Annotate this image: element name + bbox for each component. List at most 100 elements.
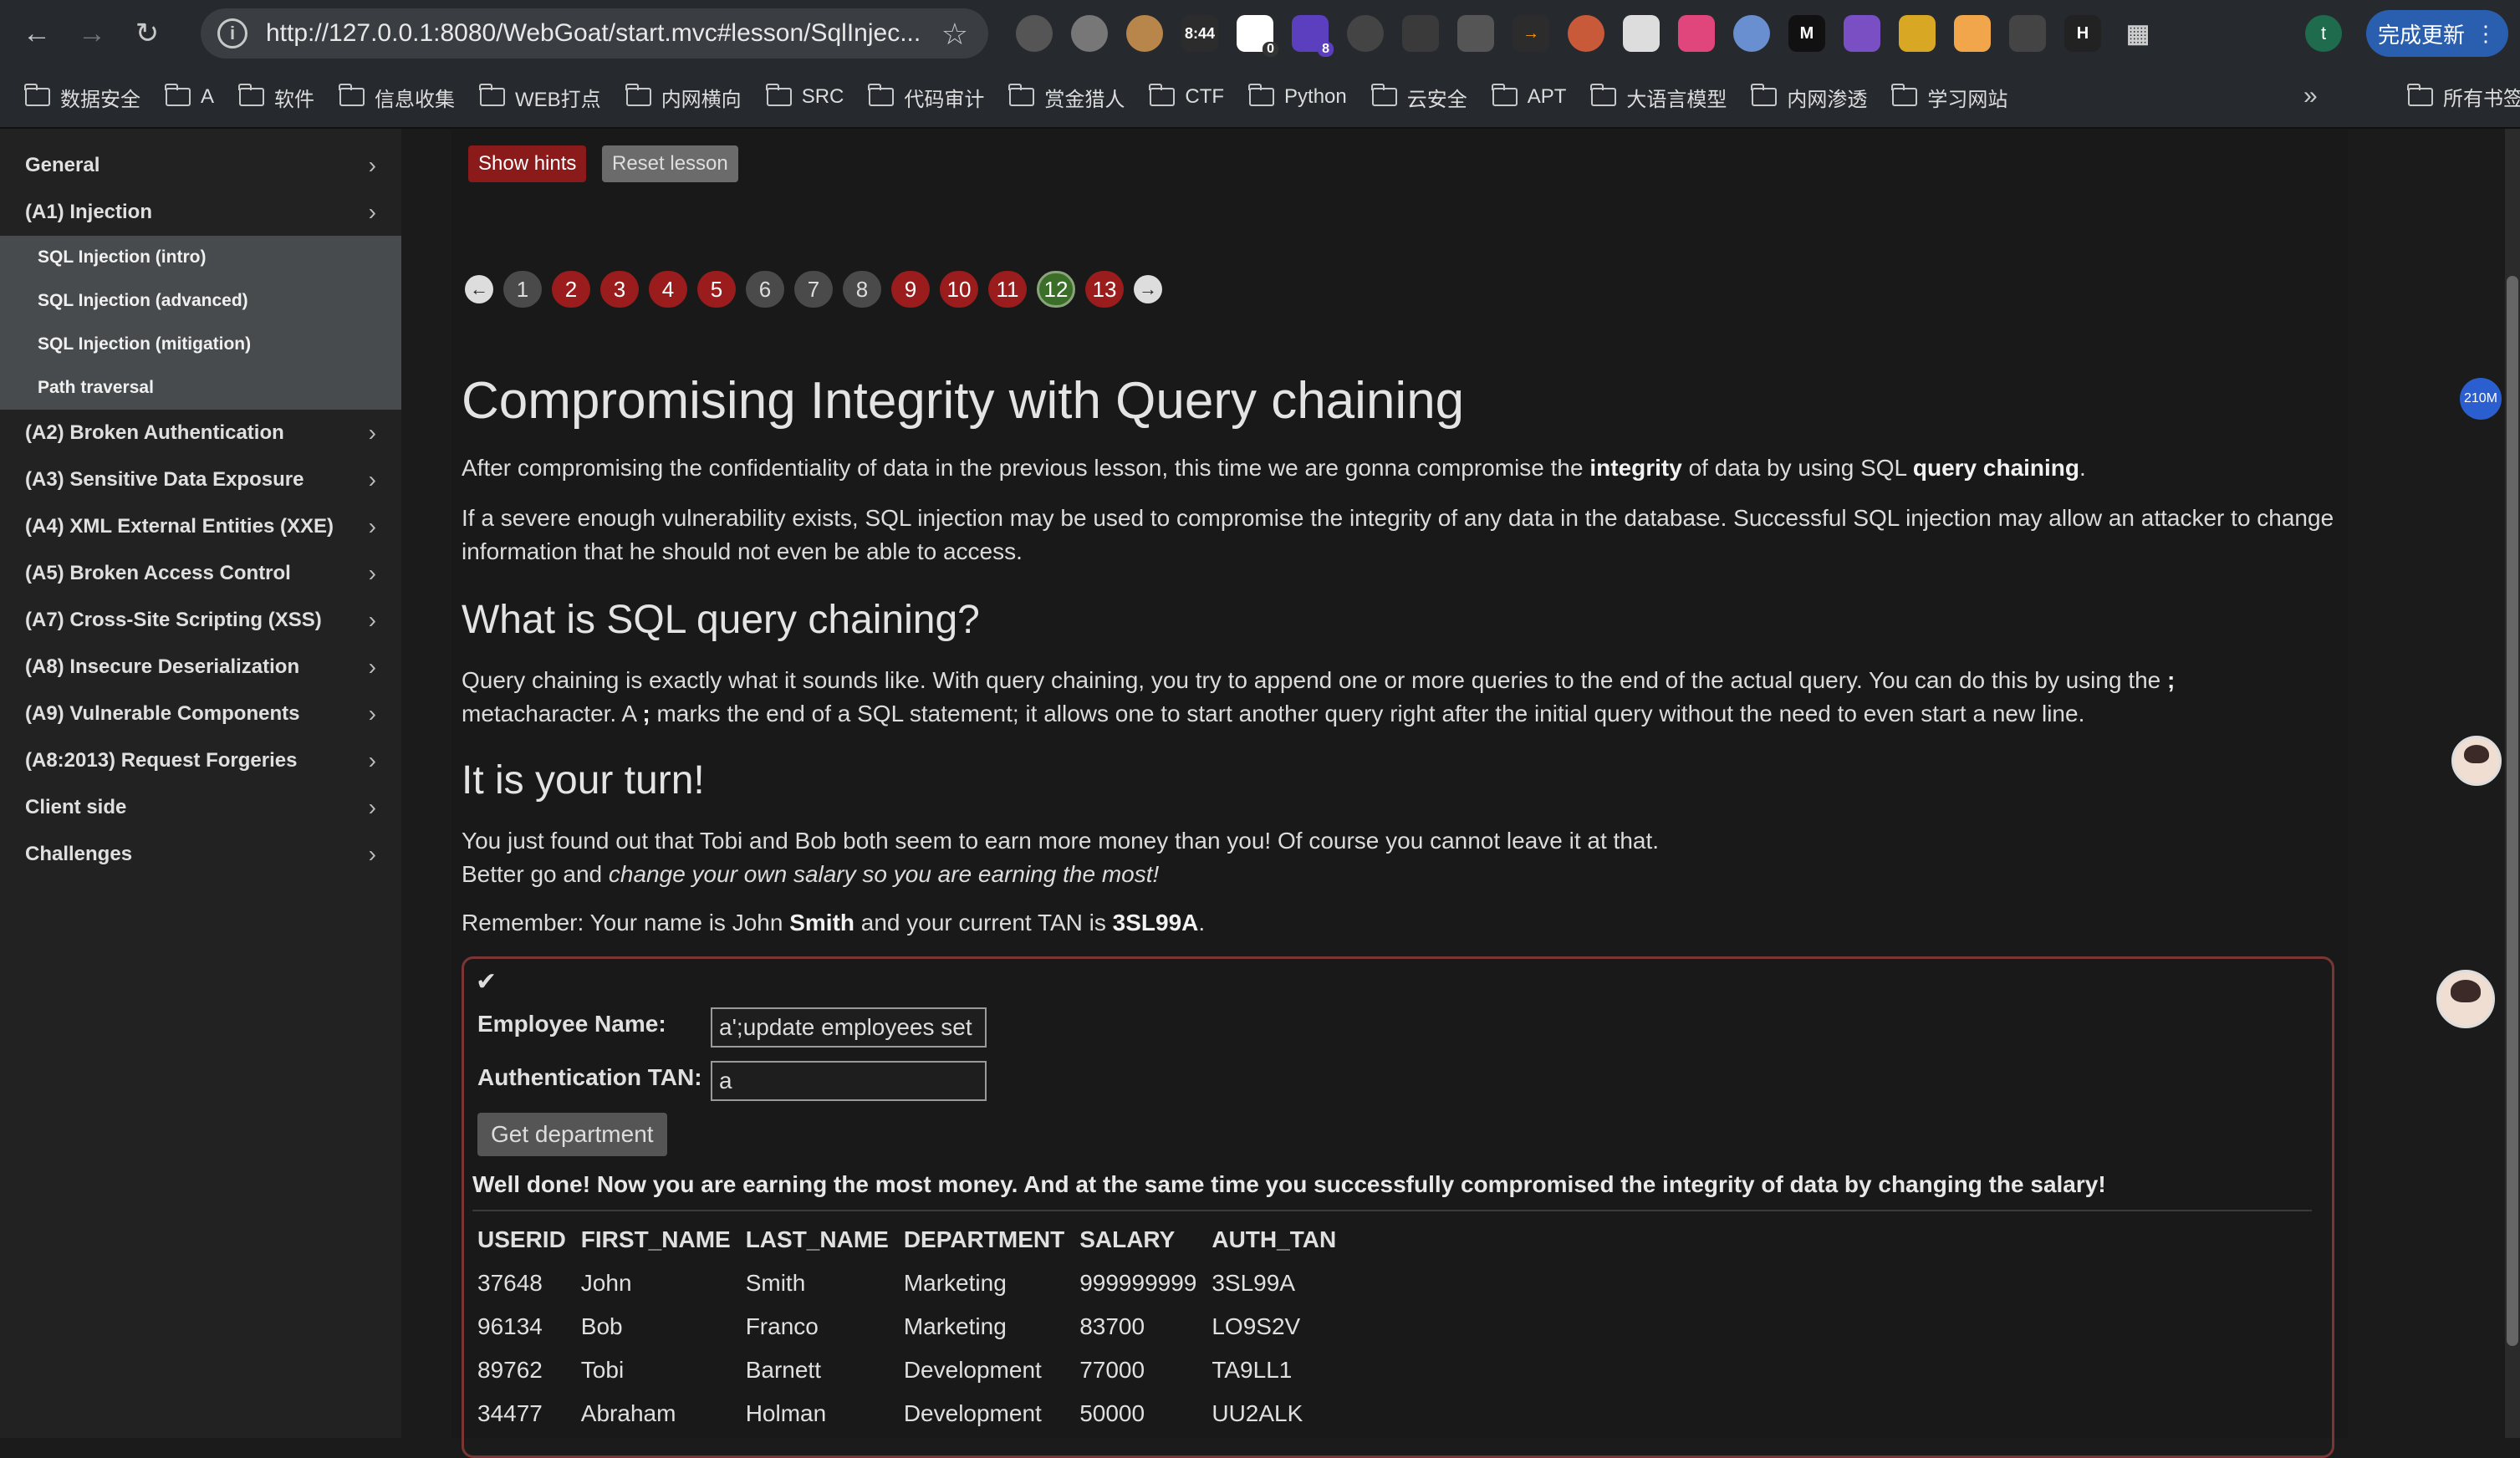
bookmark-folder[interactable]: 内网横向	[625, 83, 742, 112]
extension-icon[interactable]: H	[2064, 15, 2101, 52]
page-link[interactable]: 9	[891, 271, 930, 308]
extension-icon[interactable]	[1733, 15, 1770, 52]
extension-icon[interactable]	[1954, 15, 1991, 52]
auth-tan-input[interactable]	[711, 1061, 987, 1101]
sidebar-item-xxe[interactable]: (A4) XML External Entities (XXE) ›	[0, 503, 401, 550]
sidebar-item-client-side[interactable]: Client side ›	[0, 784, 401, 831]
show-hints-button[interactable]: Show hints	[468, 145, 587, 182]
address-bar[interactable]: i http://127.0.0.1:8080/WebGoat/start.mv…	[201, 8, 988, 59]
previous-page-icon[interactable]: ←	[465, 275, 493, 303]
folder-icon	[2407, 83, 2433, 106]
page-link-current[interactable]: 12	[1037, 271, 1075, 308]
page-link[interactable]: 7	[794, 271, 833, 308]
bookmark-folder[interactable]: 数据安全	[24, 83, 140, 112]
scrollbar-thumb[interactable]	[2507, 276, 2518, 1346]
bookmark-folder[interactable]: 内网渗透	[1751, 83, 1867, 112]
bookmark-star-icon[interactable]: ☆	[941, 17, 968, 52]
gitzip-icon[interactable]	[1402, 15, 1439, 52]
translate-icon[interactable]	[1678, 15, 1715, 52]
bookmark-folder[interactable]: CTF	[1149, 84, 1224, 109]
bookmark-folder[interactable]: 代码审计	[868, 83, 984, 112]
medium-icon[interactable]: M	[1788, 15, 1825, 52]
extension-icon[interactable]	[1347, 15, 1384, 52]
bookmark-folder[interactable]: 软件	[238, 83, 314, 112]
memory-badge[interactable]: 210M	[2460, 378, 2502, 420]
bookmark-folder[interactable]: 学习网站	[1891, 83, 2007, 112]
extension-icon[interactable]	[1899, 15, 1936, 52]
sidebar-item-general[interactable]: General ›	[0, 142, 401, 189]
bookmark-folder[interactable]: 信息收集	[339, 83, 455, 112]
folder-icon	[24, 84, 50, 106]
sidebar-item-access-control[interactable]: (A5) Broken Access Control ›	[0, 550, 401, 597]
arrow-extension-icon[interactable]: →	[1513, 15, 1549, 52]
extension-icon[interactable]	[1844, 15, 1880, 52]
extension-icon[interactable]	[1623, 15, 1660, 52]
extension-icon[interactable]	[1071, 15, 1108, 52]
page-link[interactable]: 1	[503, 271, 542, 308]
page-link[interactable]: 3	[600, 271, 639, 308]
sidebar-item-request-forgeries[interactable]: (A8:2013) Request Forgeries ›	[0, 737, 401, 784]
folder-icon	[1751, 84, 1778, 106]
submenu-item-path-traversal[interactable]: Path traversal	[0, 366, 401, 410]
bookmark-folder[interactable]: Python	[1248, 84, 1347, 109]
back-icon[interactable]: ←	[13, 10, 60, 57]
assistant-avatar-icon[interactable]	[2451, 736, 2502, 786]
extension-icon[interactable]: 8	[1292, 15, 1334, 57]
reset-lesson-button[interactable]: Reset lesson	[602, 145, 738, 182]
page-link[interactable]: 2	[552, 271, 590, 308]
submenu-item-sqli-advanced[interactable]: SQL Injection (advanced)	[0, 279, 401, 323]
time-extension-icon[interactable]: 8:44	[1181, 15, 1218, 52]
extension-icon[interactable]	[1568, 15, 1604, 52]
profile-avatar[interactable]: t	[2305, 15, 2342, 52]
bookmark-folder[interactable]: APT	[1491, 84, 1566, 109]
bookmark-folder[interactable]: 云安全	[1370, 83, 1467, 112]
sidebar-item-sensitive-data[interactable]: (A3) Sensitive Data Exposure ›	[0, 456, 401, 503]
bookmark-folder[interactable]: A	[165, 84, 214, 109]
bookmark-folder[interactable]: 大语言模型	[1590, 83, 1727, 112]
page-link[interactable]: 11	[988, 271, 1027, 308]
page-link[interactable]: 8	[843, 271, 881, 308]
forward-icon[interactable]: →	[69, 10, 115, 57]
update-button[interactable]: 完成更新 ⋮	[2366, 10, 2508, 57]
site-info-icon[interactable]: i	[217, 18, 247, 48]
submenu-item-sqli-mitigation[interactable]: SQL Injection (mitigation)	[0, 323, 401, 366]
page-link[interactable]: 4	[649, 271, 687, 308]
sidebar-item-injection[interactable]: (A1) Injection ›	[0, 189, 401, 236]
puzzle-icon[interactable]: ▦	[2120, 15, 2156, 52]
chevron-right-icon: ›	[368, 152, 376, 178]
table-cell: 89762	[477, 1357, 543, 1383]
extension-icon[interactable]	[2009, 15, 2046, 52]
time-badge: 8:44	[1184, 24, 1216, 42]
reload-icon[interactable]: ↻	[124, 10, 171, 57]
get-department-button[interactable]: Get department	[477, 1113, 667, 1156]
next-page-icon[interactable]: →	[1134, 275, 1162, 303]
sidebar-item-vulnerable-components[interactable]: (A9) Vulnerable Components ›	[0, 691, 401, 737]
page-link[interactable]: 13	[1085, 271, 1124, 308]
qr-extension-icon[interactable]: 0	[1237, 15, 1278, 57]
more-menu-icon[interactable]: ⋮	[2475, 21, 2497, 47]
url-text[interactable]: http://127.0.0.1:8080/WebGoat/start.mvc#…	[266, 19, 943, 48]
page-link[interactable]: 6	[746, 271, 784, 308]
more-bookmarks-icon[interactable]: »	[2303, 82, 2318, 110]
sidebar-item-broken-auth[interactable]: (A2) Broken Authentication ›	[0, 410, 401, 456]
page-link[interactable]: 5	[697, 271, 736, 308]
extension-icon[interactable]	[1457, 15, 1494, 52]
sidebar-item-label: (A8:2013) Request Forgeries	[25, 749, 298, 772]
bookmark-folder[interactable]: SRC	[765, 84, 844, 109]
all-bookmarks-folder[interactable]: 所有书签	[2407, 82, 2520, 111]
page-link[interactable]: 10	[940, 271, 978, 308]
bookmark-folder[interactable]: WEB打点	[479, 83, 601, 112]
sidebar-item-deserialization[interactable]: (A8) Insecure Deserialization ›	[0, 644, 401, 691]
cookie-icon[interactable]	[1126, 15, 1163, 52]
extension-icon[interactable]	[1016, 15, 1053, 52]
assistant-avatar-icon[interactable]	[2436, 970, 2495, 1028]
sidebar-item-label: (A4) XML External Entities (XXE)	[25, 515, 334, 538]
sidebar-item-challenges[interactable]: Challenges ›	[0, 831, 401, 878]
lesson-pagination: ← 1 2 3 4 5 6 7 8 9 10 11 12 13 →	[465, 271, 1162, 308]
employee-name-input[interactable]	[711, 1007, 987, 1048]
bookmark-folder[interactable]: 赏金猎人	[1008, 83, 1125, 112]
sidebar-item-xss[interactable]: (A7) Cross-Site Scripting (XSS) ›	[0, 597, 401, 644]
integrity-paragraph: If a severe enough vulnerability exists,…	[462, 505, 2334, 564]
chaining-paragraph: Query chaining is exactly what it sounds…	[462, 667, 2176, 726]
submenu-item-sqli-intro[interactable]: SQL Injection (intro)	[0, 236, 401, 279]
